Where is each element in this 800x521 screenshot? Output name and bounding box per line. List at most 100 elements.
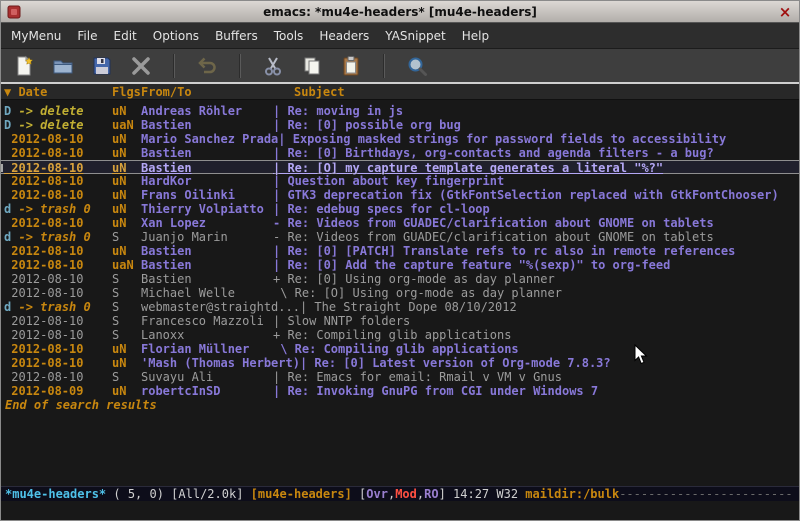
message-date-field: 2012-08-10 xyxy=(4,188,112,202)
message-row[interactable]: 2012-08-10SLanoxx+ Re: Compiling glib ap… xyxy=(1,328,799,342)
message-row[interactable]: 2012-08-10SBastien+ Re: [0] Using org-mo… xyxy=(1,272,799,286)
menu-item-options[interactable]: Options xyxy=(145,25,207,47)
message-row[interactable]: 2012-08-10uNBastien| Re: [0] [PATCH] Tra… xyxy=(1,244,799,258)
message-subject: | Slow NNTP folders xyxy=(273,314,410,328)
message-date-field: 2012-08-10 xyxy=(4,174,112,188)
message-flags: S xyxy=(112,328,141,342)
toolbar-close-button[interactable] xyxy=(128,53,154,79)
message-subject: | Re: [O] my capture template generates … xyxy=(273,161,663,173)
close-button[interactable]: × xyxy=(776,3,794,21)
message-date-field: D -> delete xyxy=(4,118,112,132)
menu-item-mymenu[interactable]: MyMenu xyxy=(3,25,69,47)
message-row[interactable]: D -> deleteuaNBastien| Re: [0] possible … xyxy=(1,118,799,132)
message-date: 2012-08-10 xyxy=(4,286,83,300)
menu-item-yasnippet[interactable]: YASnippet xyxy=(377,25,454,47)
title-bar[interactable]: emacs: *mu4e-headers* [mu4e-headers] × xyxy=(1,1,799,23)
modeline-time: 14:27 xyxy=(453,487,496,501)
message-flags: uN xyxy=(112,384,141,398)
message-row[interactable]: d -> trash 0uNThierry Volpiatto| Re: ede… xyxy=(1,202,799,216)
column-header-line: ▼ Date Flgs From/To Subject xyxy=(1,84,799,100)
modeline-cursor-position: ( 5, 0) xyxy=(113,487,171,501)
message-date-field: 2012-08-10 xyxy=(4,258,112,272)
menu-item-headers[interactable]: Headers xyxy=(311,25,377,47)
message-date: 2012-08-10 xyxy=(4,132,83,146)
toolbar-save-button[interactable] xyxy=(89,53,115,79)
toolbar-copy-button[interactable] xyxy=(299,53,325,79)
message-from: Thierry Volpiatto xyxy=(141,202,273,216)
modeline-message-count: [All/2.0k] xyxy=(171,487,250,501)
message-row[interactable]: 2012-08-10uN'Mash (Thomas Herbert)| Re: … xyxy=(1,356,799,370)
message-date-field: 2012-08-10 xyxy=(4,342,112,356)
toolbar-cut-button[interactable] xyxy=(260,53,286,79)
message-date: 2012-08-10 xyxy=(4,356,83,370)
window-menu-icon[interactable] xyxy=(7,5,21,19)
message-mark: d xyxy=(4,300,11,314)
column-header-date[interactable]: ▼ Date xyxy=(4,84,112,99)
column-header-flags[interactable]: Flgs xyxy=(112,84,141,99)
message-subject: | The Straight Dope 08/10/2012 xyxy=(300,300,517,314)
toolbar-search-button[interactable] xyxy=(404,53,430,79)
modeline-maildir: maildir:/bulk xyxy=(525,487,619,501)
message-flags: uN xyxy=(112,216,141,230)
message-row[interactable]: 2012-08-10uNHardKor| Question about key … xyxy=(1,174,799,188)
toolbar-separator xyxy=(239,54,241,78)
message-date: 2012-08-10 xyxy=(4,174,83,188)
modeline-filler: ------------------------ xyxy=(619,487,792,501)
message-from: Bastien xyxy=(141,244,273,258)
message-row[interactable]: 2012-08-10uNBastien| Re: [0] Birthdays, … xyxy=(1,146,799,160)
toolbar-open-button[interactable] xyxy=(50,53,76,79)
message-date: 2012-08-10 xyxy=(4,188,83,202)
menu-item-edit[interactable]: Edit xyxy=(106,25,145,47)
column-header-from[interactable]: From/To xyxy=(141,84,273,99)
message-subject: - Re: Videos from GUADEC/clarification a… xyxy=(273,230,714,244)
message-flags: uaN xyxy=(112,118,141,132)
message-subject: | Re: [0] possible org bug xyxy=(273,118,461,132)
message-subject: + Re: [0] Using org-mode as day planner xyxy=(273,272,555,286)
message-subject: | Exposing masked strings for password f… xyxy=(278,132,726,146)
message-date: 2012-08-10 xyxy=(4,370,83,384)
toolbar-new-file-button[interactable] xyxy=(11,53,37,79)
message-date-field: 2012-08-10 xyxy=(4,370,112,384)
message-date-field: D -> delete xyxy=(4,104,112,118)
message-from: Bastien xyxy=(141,258,273,272)
message-row[interactable]: 2012-08-10SMichael Welle \ Re: [O] Using… xyxy=(1,286,799,300)
modeline-flags-open-bracket: [ xyxy=(359,487,366,501)
message-from: webmaster@straightd... xyxy=(141,300,300,314)
menu-item-tools[interactable]: Tools xyxy=(266,25,312,47)
message-row[interactable]: 2012-08-10SFrancesco Mazzoli| Slow NNTP … xyxy=(1,314,799,328)
message-row[interactable]: 2012-08-10uNMario Sanchez Prada| Exposin… xyxy=(1,132,799,146)
message-date: 2012-08-10 xyxy=(4,161,83,175)
toolbar-paste-button[interactable] xyxy=(338,53,364,79)
message-flags: S xyxy=(112,300,141,314)
save-icon xyxy=(91,55,113,77)
menu-item-help[interactable]: Help xyxy=(454,25,497,47)
message-row[interactable]: D -> deleteuNAndreas Röhler| Re: moving … xyxy=(1,104,799,118)
message-date: 2012-08-10 xyxy=(4,146,83,160)
message-row[interactable]: 2012-08-10SSuvayu Ali| Re: Emacs for ema… xyxy=(1,370,799,384)
mode-line[interactable]: *mu4e-headers* ( 5, 0) [All/2.0k] [mu4e-… xyxy=(1,486,799,501)
message-flags: uN xyxy=(112,146,141,160)
message-date-field: 2012-08-10 xyxy=(4,132,112,146)
undo-icon xyxy=(196,55,218,77)
message-subject: | Re: moving in js xyxy=(273,104,403,118)
message-row[interactable]: 2012-08-10uNFrans Oilinki| GTK3 deprecat… xyxy=(1,188,799,202)
message-row[interactable]: 2012-08-10uaNBastien| Re: [0] Add the ca… xyxy=(1,258,799,272)
message-date-field: d -> trash 0 xyxy=(4,202,112,216)
message-date: 2012-08-10 xyxy=(4,314,83,328)
message-date: 2012-08-10 xyxy=(4,272,83,286)
toolbar-undo-button[interactable] xyxy=(194,53,220,79)
menu-item-buffers[interactable]: Buffers xyxy=(207,25,266,47)
message-row[interactable]: 2012-08-10uNFlorian Müllner \ Re: Compil… xyxy=(1,342,799,356)
message-row[interactable]: 2012-08-10uNXan Lopez- Re: Videos from G… xyxy=(1,216,799,230)
message-row[interactable]: d -> trash 0Swebmaster@straightd...| The… xyxy=(1,300,799,314)
echo-area[interactable] xyxy=(1,501,799,520)
column-header-subject[interactable]: Subject xyxy=(273,84,345,99)
message-subject: | Re: edebug specs for cl-loop xyxy=(273,202,490,216)
message-date-field: 2012-08-10 xyxy=(4,356,112,370)
message-row[interactable]: d -> trash 0SJuanjo Marin- Re: Videos fr… xyxy=(1,230,799,244)
message-row-selected[interactable]: 2012-08-10uNBastien| Re: [O] my capture … xyxy=(1,160,799,174)
message-flags: uN xyxy=(112,342,141,356)
menu-item-file[interactable]: File xyxy=(69,25,105,47)
message-row[interactable]: 2012-08-09uNrobertcInSD| Re: Invoking Gn… xyxy=(1,384,799,398)
message-from: 'Mash (Thomas Herbert) xyxy=(141,356,300,370)
